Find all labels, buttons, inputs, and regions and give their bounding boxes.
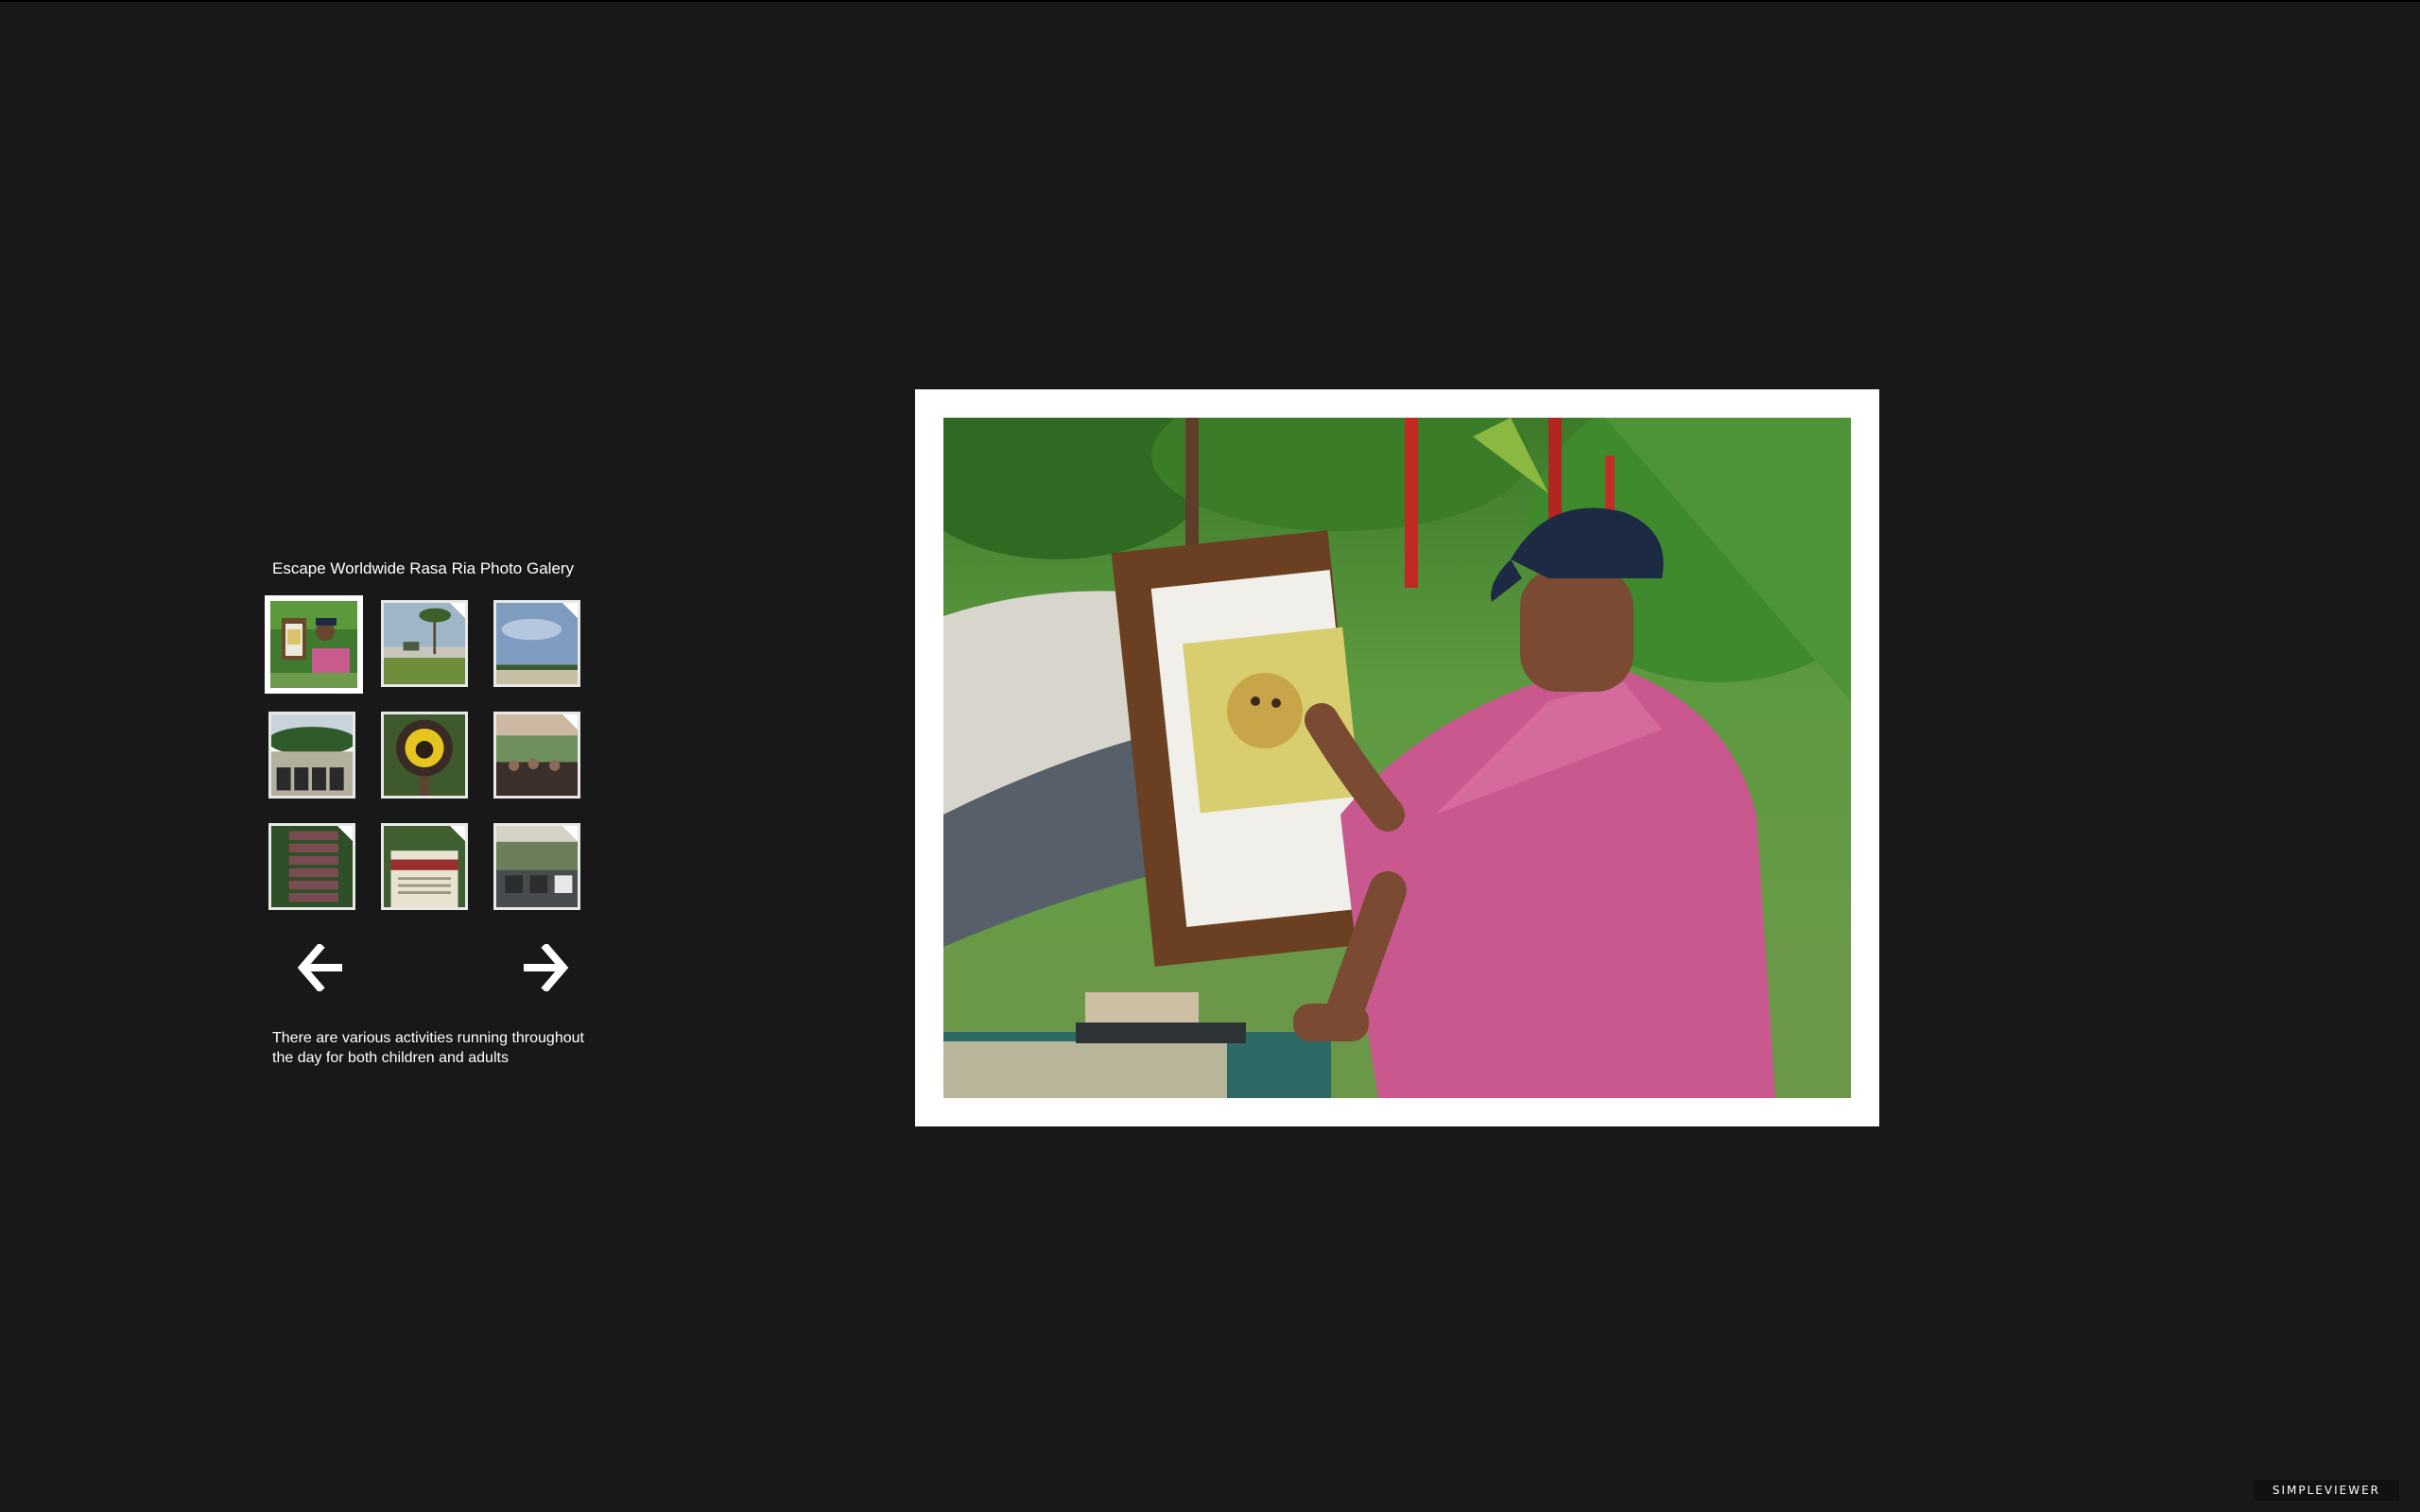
thumbnail-2[interactable] [381,600,468,687]
arrow-right-icon [524,942,569,993]
thumbnail-7[interactable] [268,823,355,910]
previous-button[interactable] [295,942,348,993]
corner-fold-icon [337,826,353,841]
simpleviewer-brand[interactable]: SIMPLEVIEWER [2253,1480,2399,1501]
corner-fold-icon [562,714,578,730]
thumbnail-3[interactable] [493,600,580,687]
image-caption: There are various activities running thr… [272,1030,584,1066]
thumbnail-4[interactable] [268,712,355,799]
thumbnail-image [384,714,465,796]
thumbnail-8[interactable] [381,823,468,910]
top-border [0,0,2420,2]
next-button[interactable] [518,942,571,993]
thumbnail-image [271,714,353,796]
gallery-title: Escape Worldwide Rasa Ria Photo Galery [272,559,575,577]
thumbnail-1[interactable] [265,595,363,694]
thumbnail-5[interactable] [381,712,468,799]
corner-fold-icon [450,603,465,618]
corner-fold-icon [450,826,465,841]
thumbnail-6[interactable] [493,712,580,799]
main-image-frame [915,389,1879,1126]
corner-fold-icon [562,603,578,618]
main-photo[interactable] [943,418,1851,1098]
corner-fold-icon [562,826,578,841]
thumbnail-image [270,601,357,688]
thumbnail-9[interactable] [493,823,580,910]
arrow-left-icon [297,942,342,993]
